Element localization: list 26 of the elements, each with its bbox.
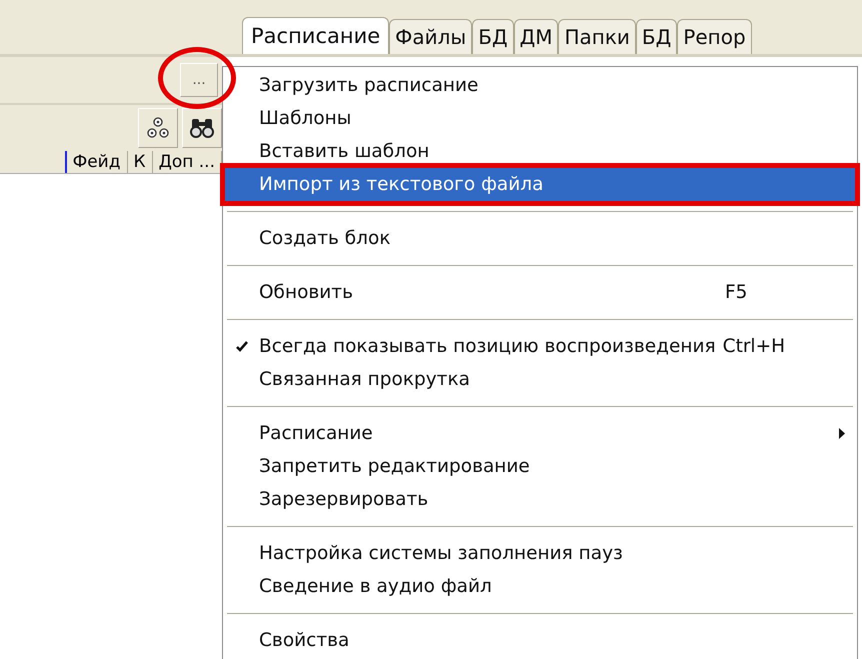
tab[interactable]: Папки	[558, 19, 636, 54]
menu-item[interactable]: Вставить шаблон	[225, 135, 855, 168]
menu-item[interactable]: Импорт из текстового файла	[225, 168, 855, 201]
menu-item[interactable]: Запретить редактирование	[225, 450, 855, 483]
column-header[interactable]: К	[128, 151, 153, 173]
tab[interactable]: ДМ	[514, 19, 558, 54]
circles-icon[interactable]	[138, 108, 178, 148]
tab[interactable]: БД	[636, 19, 678, 54]
browse-button[interactable]: ...	[180, 63, 218, 97]
menu-item[interactable]: Сведение в аудио файл	[225, 570, 855, 603]
menu-item[interactable]: Расписание	[225, 417, 855, 450]
menu-item[interactable]: Обновить F5	[225, 276, 855, 309]
column-header[interactable]: Фейд	[66, 151, 128, 173]
menu-item[interactable]: Загрузить расписание	[225, 69, 855, 102]
tab[interactable]: Расписание	[242, 17, 390, 54]
menu-item[interactable]: Зарезервировать	[225, 483, 855, 516]
menu-item[interactable]: Всегда показывать позицию воспроизведения Ctrl+H	[225, 330, 855, 363]
tab[interactable]: БД	[472, 19, 514, 54]
menu-item[interactable]: Связанная прокрутка	[225, 363, 855, 396]
tab[interactable]: Файлы	[389, 19, 472, 54]
menu-item[interactable]: Создать блок	[225, 222, 855, 255]
menu-item[interactable]: Шаблоны	[225, 102, 855, 135]
tab[interactable]: Репор	[677, 19, 752, 54]
binoculars-icon[interactable]	[182, 108, 222, 148]
menu-item[interactable]: Свойства	[225, 624, 855, 657]
menu-item[interactable]: Настройка системы заполнения пауз	[225, 537, 855, 570]
